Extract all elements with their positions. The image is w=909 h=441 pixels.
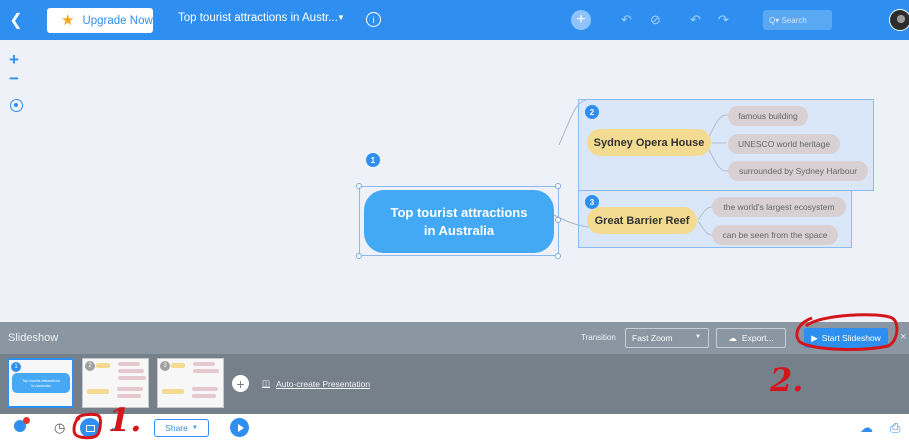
presentation-icon: ◫ (262, 378, 271, 388)
mindmap-canvas[interactable]: Top tourist attractions in Australia 1 2… (0, 40, 909, 322)
slide-root-line2: in Australia (31, 383, 51, 388)
topic-number-badge: 2 (585, 105, 599, 119)
slide-thumbnail[interactable]: 1 Top tourist attractions in Australia (7, 358, 74, 408)
redo-icon[interactable]: ↷ (718, 12, 729, 28)
subtopic[interactable]: surrounded by Sydney Harbour (728, 161, 868, 181)
share-label: Share (165, 423, 188, 433)
avatar[interactable] (889, 9, 909, 31)
info-icon[interactable]: i (366, 12, 381, 27)
slide-preview-shape (118, 376, 146, 380)
slide-preview-shape (87, 389, 109, 394)
chevron-down-icon[interactable]: ▼ (337, 13, 345, 22)
export-label: Export... (741, 333, 774, 343)
resize-handle[interactable] (555, 253, 561, 259)
chevron-down-icon: ▼ (191, 425, 198, 431)
slide-number: 1 (11, 362, 21, 372)
slideshow-panel-header: Slideshow Transition Fast Zoom ▼ ☁ Expor… (0, 322, 909, 354)
slide-number: 2 (85, 361, 95, 371)
transition-select[interactable]: Fast Zoom ▼ (625, 328, 709, 348)
cloud-icon[interactable]: ☁ (860, 420, 873, 436)
resize-handle[interactable] (555, 217, 561, 223)
annotation-label-2: 2. (770, 361, 804, 399)
star-icon: ★ (61, 12, 75, 29)
subtopic[interactable]: UNESCO world heritage (728, 134, 840, 154)
upgrade-button[interactable]: ★ Upgrade Now (47, 8, 153, 33)
slide-preview-shape (118, 362, 140, 366)
notification-dot (23, 417, 30, 424)
subtopic[interactable]: the world's largest ecosystem (712, 197, 846, 217)
slide-preview-shape (118, 369, 144, 373)
slide-thumbnail[interactable]: 3 (157, 358, 224, 408)
slide-preview-shape (171, 363, 185, 368)
transition-label: Transition (581, 333, 616, 342)
slide-preview-shape (192, 387, 218, 391)
auto-create-presentation-link[interactable]: ◫ Auto-create Presentation (262, 378, 370, 389)
root-topic[interactable]: Top tourist attractions in Australia (364, 190, 554, 253)
search-input[interactable]: Q▾ Search (763, 10, 832, 30)
cloud-icon: ☁ (728, 332, 737, 343)
slide-preview-shape (162, 389, 184, 394)
back-icon[interactable]: ❮ (8, 9, 24, 31)
slide-root-preview: Top tourist attractions in Australia (12, 373, 70, 393)
slide-preview-shape (193, 369, 219, 373)
ban-icon[interactable]: ⊘ (650, 12, 661, 28)
slide-preview-shape (117, 387, 143, 391)
bug-icon[interactable] (14, 417, 30, 432)
add-icon[interactable]: + (571, 10, 591, 30)
auto-create-label: Auto-create Presentation (276, 378, 371, 389)
play-icon[interactable] (230, 418, 249, 437)
undo-icon[interactable]: ↶ (690, 12, 701, 28)
resize-handle[interactable] (555, 183, 561, 189)
transition-value: Fast Zoom (632, 333, 673, 343)
topic-sydney-opera-house[interactable]: Sydney Opera House (587, 129, 711, 156)
slide-preview-shape (117, 394, 141, 398)
slide-preview-shape (193, 362, 215, 366)
subtopic[interactable]: can be seen from the space (712, 225, 838, 245)
route-icon[interactable]: ↶ (621, 12, 632, 28)
start-slideshow-label: Start Slideshow (821, 333, 881, 343)
history-icon[interactable]: ◷ (54, 420, 65, 436)
slide-preview-shape (96, 363, 110, 368)
subtopic[interactable]: famous building (728, 106, 808, 126)
print-icon[interactable]: ⎙ (890, 420, 900, 436)
export-button[interactable]: ☁ Export... (716, 328, 786, 348)
resize-handle[interactable] (356, 253, 362, 259)
top-toolbar: ❮ ★ Upgrade Now Top tourist attractions … (0, 0, 909, 40)
root-topic-line2: in Australia (423, 222, 495, 238)
slideshow-title: Slideshow (8, 332, 59, 344)
topic-great-barrier-reef[interactable]: Great Barrier Reef (587, 207, 697, 234)
share-button[interactable]: Share ▼ (154, 419, 209, 437)
upgrade-label: Upgrade Now (82, 14, 153, 27)
present-icon[interactable] (80, 418, 100, 438)
slide-preview-shape (192, 394, 216, 398)
document-title[interactable]: Top tourist attractions in Austr... (178, 12, 338, 24)
add-slide-button[interactable]: + (232, 375, 249, 392)
play-icon: ▶ (811, 332, 818, 343)
slide-number: 3 (160, 361, 170, 371)
start-slideshow-button[interactable]: ▶ Start Slideshow (804, 328, 888, 348)
annotation-label-1: 1. (108, 401, 142, 439)
root-topic-line1: Top tourist attractions (390, 204, 528, 220)
topic-number-badge: 1 (366, 153, 380, 167)
close-icon[interactable]: × (900, 331, 906, 343)
resize-handle[interactable] (356, 183, 362, 189)
chevron-down-icon: ▼ (695, 334, 701, 340)
